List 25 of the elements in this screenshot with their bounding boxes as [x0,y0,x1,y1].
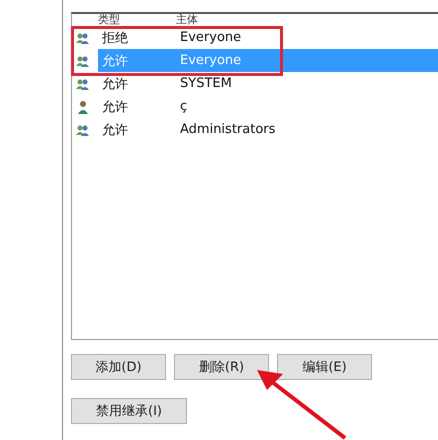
table-cell-text: 拒绝 [101,30,129,46]
action-button[interactable]: 添加(D) [71,354,166,380]
table-cell: Everyone [180,30,242,45]
table-cell-text: 允许 [101,52,129,70]
column-header[interactable]: 主体 [176,14,296,26]
action-button[interactable]: 编辑(E) [277,354,372,380]
table-cell: SYSTEM [180,76,232,91]
users-icon [76,54,90,68]
list-row[interactable]: 允许 SYSTEM [98,72,438,95]
table-cell: ç [180,99,188,114]
action-button[interactable]: 删除(R) [174,354,269,380]
users-icon [76,76,90,90]
list-row[interactable]: 允许 ç [98,95,438,118]
list-row[interactable]: 拒绝 Everyone [98,26,438,49]
action-button[interactable]: 禁用继承(I) [71,398,187,424]
table-cell-text: 允许 [101,98,129,116]
users-icon [76,30,90,44]
column-header[interactable]: 类型 [98,14,176,26]
table-cell: Administrators [180,122,276,137]
table-cell: Everyone [180,53,242,68]
table-cell-text: 允许 [101,122,129,138]
list-row[interactable]: 允许 Administrators [98,118,438,141]
users-icon [76,122,90,136]
user-icon [76,100,90,114]
table-cell-text: 允许 [101,76,129,92]
